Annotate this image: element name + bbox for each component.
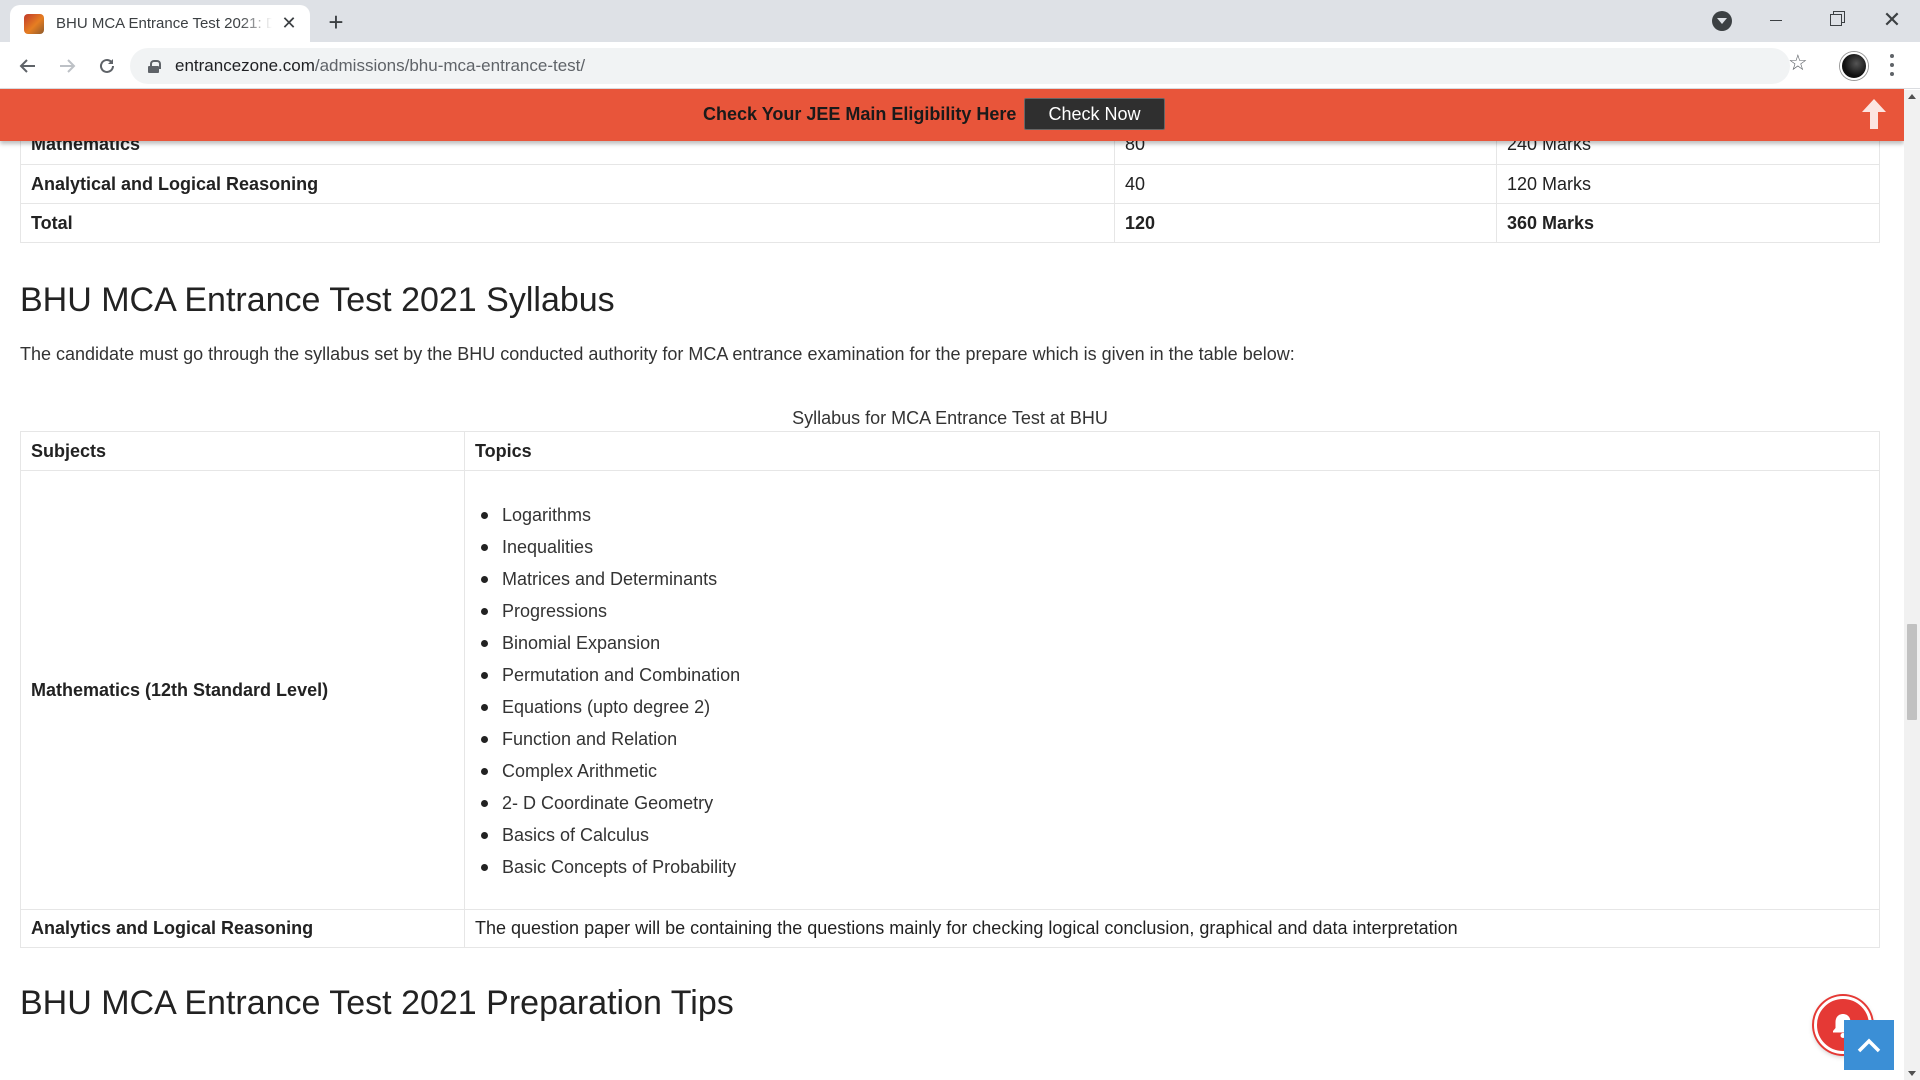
list-item: Matrices and Determinants xyxy=(475,563,1869,595)
column-header-subjects: Subjects xyxy=(20,431,465,471)
page-content: Mathematics 80 240 Marks Analytical and … xyxy=(0,90,1904,1024)
back-to-top-button[interactable] xyxy=(1844,1020,1894,1070)
forward-button[interactable] xyxy=(51,50,83,82)
table-row: Analytical and Logical Reasoning 40 120 … xyxy=(20,164,1880,204)
list-item: Function and Relation xyxy=(475,723,1869,755)
vertical-scrollbar[interactable] xyxy=(1904,90,1920,1080)
syllabus-table: Subjects Topics Mathematics (12th Standa… xyxy=(20,431,1880,948)
lock-icon[interactable] xyxy=(148,59,161,73)
table-cell-subject: Analytical and Logical Reasoning xyxy=(20,164,1115,204)
close-window-button[interactable]: ✕ xyxy=(1862,0,1920,40)
banner-text: Check Your JEE Main Eligibility Here xyxy=(703,104,1017,124)
list-item: Basic Concepts of Probability xyxy=(475,851,1869,883)
reload-button[interactable] xyxy=(91,50,123,82)
table-row: Mathematics (12th Standard Level) Logari… xyxy=(20,470,1880,910)
check-now-button[interactable]: Check Now xyxy=(1024,98,1165,130)
syllabus-table-caption: Syllabus for MCA Entrance Test at BHU xyxy=(792,408,1108,428)
tab-title: BHU MCA Entrance Test 2021: Dates, Eligi… xyxy=(56,15,272,32)
back-button[interactable] xyxy=(12,50,44,82)
list-item: Logarithms xyxy=(475,499,1869,531)
url-text[interactable]: entrancezone.com/admissions/bhu-mca-entr… xyxy=(175,56,585,76)
browser-toolbar: entrancezone.com/admissions/bhu-mca-entr… xyxy=(0,42,1920,89)
table-cell-subject: Total xyxy=(20,203,1115,243)
scrollbar-thumb[interactable] xyxy=(1907,624,1917,720)
arrow-right-icon xyxy=(60,59,76,73)
list-item: Binomial Expansion xyxy=(475,627,1869,659)
arrow-up-icon[interactable] xyxy=(1860,97,1888,131)
browser-tab-active[interactable]: BHU MCA Entrance Test 2021: Dates, Eligi… xyxy=(10,5,310,42)
table-cell-subject: Analytics and Logical Reasoning xyxy=(20,909,465,948)
minimize-window-button[interactable] xyxy=(1746,0,1806,40)
table-cell-subject: Mathematics (12th Standard Level) xyxy=(20,470,465,910)
chevron-up-icon xyxy=(1857,1038,1881,1053)
marks-table: Mathematics 80 240 Marks Analytical and … xyxy=(20,124,1880,243)
arrow-left-icon xyxy=(19,59,35,73)
list-item: Inequalities xyxy=(475,531,1869,563)
close-tab-icon[interactable]: ✕ xyxy=(278,13,300,35)
list-item: 2- D Coordinate Geometry xyxy=(475,787,1869,819)
syllabus-intro: The candidate must go through the syllab… xyxy=(20,344,1295,364)
more-vert-icon[interactable] xyxy=(1888,52,1896,78)
tab-search-icon[interactable] xyxy=(1712,11,1732,31)
math-topic-list: Logarithms Inequalities Matrices and Det… xyxy=(475,477,1869,903)
table-cell-questions: 40 xyxy=(1114,164,1497,204)
site-favicon-icon xyxy=(24,13,44,34)
table-cell-topics: Logarithms Inequalities Matrices and Det… xyxy=(464,470,1880,910)
eligibility-banner: Check Your JEE Main Eligibility Here Che… xyxy=(0,89,1904,141)
list-item: Permutation and Combination xyxy=(475,659,1869,691)
browser-tabstrip: BHU MCA Entrance Test 2021: Dates, Eligi… xyxy=(0,0,1920,42)
column-header-topics: Topics xyxy=(464,431,1880,471)
syllabus-heading: BHU MCA Entrance Test 2021 Syllabus xyxy=(20,281,615,319)
table-cell-questions: 120 xyxy=(1114,203,1497,243)
table-header-row: Subjects Topics xyxy=(20,431,1880,471)
new-tab-button[interactable]: + xyxy=(322,7,350,37)
list-item: Progressions xyxy=(475,595,1869,627)
table-row: Analytics and Logical Reasoning The ques… xyxy=(20,909,1880,948)
scroll-down-arrow-icon[interactable] xyxy=(1908,1071,1916,1076)
list-item: Basics of Calculus xyxy=(475,819,1869,851)
table-row: Total 120 360 Marks xyxy=(20,203,1880,243)
table-cell-topics: The question paper will be containing th… xyxy=(464,909,1880,948)
prep-tips-heading: BHU MCA Entrance Test 2021 Preparation T… xyxy=(20,984,734,1022)
reload-icon xyxy=(100,58,114,73)
table-cell-marks: 120 Marks xyxy=(1496,164,1880,204)
restore-window-button[interactable] xyxy=(1806,0,1866,40)
list-item: Complex Arithmetic xyxy=(475,755,1869,787)
table-cell-marks: 360 Marks xyxy=(1496,203,1880,243)
scroll-up-arrow-icon[interactable] xyxy=(1908,94,1916,99)
address-bar[interactable]: entrancezone.com/admissions/bhu-mca-entr… xyxy=(130,48,1790,84)
list-item: Equations (upto degree 2) xyxy=(475,691,1869,723)
bookmark-star-icon[interactable]: ☆ xyxy=(1788,50,1808,76)
page-viewport: Mathematics 80 240 Marks Analytical and … xyxy=(0,90,1904,1080)
profile-avatar[interactable] xyxy=(1840,52,1868,80)
